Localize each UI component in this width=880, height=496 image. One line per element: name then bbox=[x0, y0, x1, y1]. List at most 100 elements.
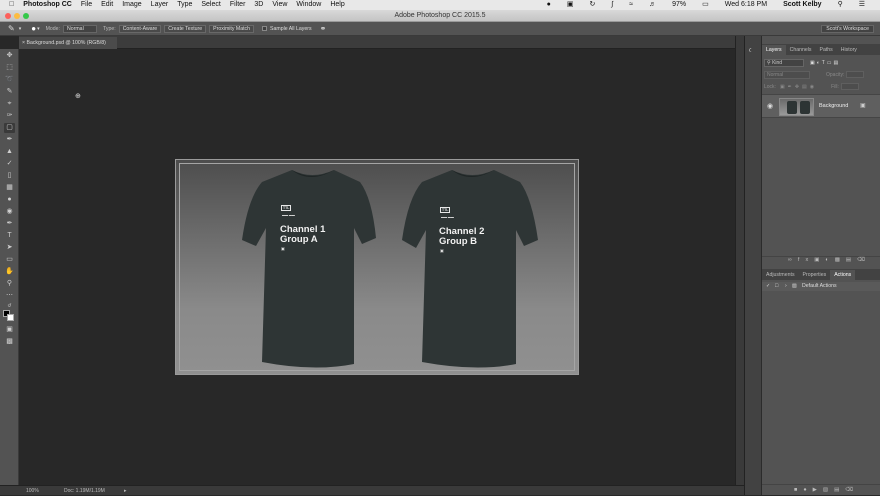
tool-preset-chevron-icon[interactable]: ▾ bbox=[19, 26, 22, 32]
blur-tool-icon[interactable]: ● bbox=[4, 195, 15, 205]
document-tab-bar: × Background.psd @ 100% (RGB/8) bbox=[19, 36, 735, 49]
spotlight-icon[interactable]: ⚲ bbox=[838, 0, 843, 10]
hand-tool-icon[interactable]: ✋ bbox=[4, 267, 15, 277]
content-aware-button[interactable]: Content-Aware bbox=[118, 24, 162, 33]
camera-icon[interactable]: ▣ bbox=[567, 0, 574, 10]
clone-stamp-tool-icon[interactable]: ▲ bbox=[4, 147, 15, 157]
volume-icon[interactable]: ♬ bbox=[649, 0, 656, 10]
mode-select[interactable]: Normal bbox=[63, 24, 97, 33]
screen-mode-icon[interactable]: ▩ bbox=[4, 337, 15, 347]
sample-all-layers-checkbox[interactable] bbox=[262, 26, 268, 31]
quick-selection-tool-icon[interactable]: ✎ bbox=[4, 87, 15, 97]
layer-row-background[interactable]: ◉ Background ▣ bbox=[762, 94, 880, 118]
tab-paths[interactable]: Paths bbox=[816, 45, 837, 55]
healing-brush-tool-icon[interactable]: ✎ bbox=[8, 24, 15, 33]
lasso-tool-icon[interactable]: ➰ bbox=[4, 75, 15, 85]
brush-tool-icon[interactable]: ✒ bbox=[4, 135, 15, 145]
tab-history[interactable]: History bbox=[837, 45, 861, 55]
eyedropper-tool-icon[interactable]: ✑ bbox=[4, 111, 15, 121]
shirt2-logo: TTL bbox=[440, 207, 451, 213]
menu-window[interactable]: Window bbox=[296, 0, 321, 10]
brush-chevron-icon[interactable]: ▾ bbox=[37, 26, 40, 32]
minimize-window-button[interactable] bbox=[14, 13, 20, 19]
close-window-button[interactable] bbox=[5, 13, 11, 19]
more-tools-icon[interactable]: ⋯ bbox=[4, 291, 15, 301]
action-set-name[interactable]: Default Actions bbox=[802, 283, 837, 289]
crop-tool-icon[interactable]: ⌖ bbox=[4, 99, 15, 109]
clock[interactable]: Wed 6:18 PM bbox=[725, 0, 767, 10]
battery-icon[interactable]: ▭ bbox=[702, 0, 709, 10]
document-tab[interactable]: × Background.psd @ 100% (RGB/8) bbox=[19, 37, 117, 49]
menu-help[interactable]: Help bbox=[330, 0, 344, 10]
battery-percent[interactable]: 97% bbox=[672, 0, 686, 10]
type-tool-icon[interactable]: T bbox=[4, 231, 15, 241]
visibility-eye-icon[interactable]: ◉ bbox=[767, 102, 773, 110]
workspace-select[interactable]: Scott's Workspace bbox=[821, 25, 874, 33]
background-color-swatch[interactable] bbox=[7, 314, 14, 321]
path-selection-tool-icon[interactable]: ➤ bbox=[4, 243, 15, 253]
menu-edit[interactable]: Edit bbox=[101, 0, 113, 10]
menu-filter[interactable]: Filter bbox=[230, 0, 246, 10]
quick-mask-icon[interactable]: ▣ bbox=[4, 325, 15, 335]
tab-layers[interactable]: Layers bbox=[762, 45, 786, 55]
expand-chevron-icon[interactable]: › bbox=[785, 283, 787, 289]
tab-actions[interactable]: Actions bbox=[830, 270, 856, 280]
zoom-tool-icon[interactable]: ⚲ bbox=[4, 279, 15, 289]
history-brush-tool-icon[interactable]: ✓ bbox=[4, 159, 15, 169]
rectangle-tool-icon[interactable]: ▭ bbox=[4, 255, 15, 265]
layer-lock-icon: ▣ bbox=[860, 103, 866, 109]
spot-healing-brush-tool-icon[interactable]: ▢ bbox=[4, 123, 15, 133]
menu-type[interactable]: Type bbox=[177, 0, 192, 10]
action-toggle-check-icon[interactable]: ✓ bbox=[766, 283, 770, 289]
pressure-size-icon[interactable]: ⚭ bbox=[320, 24, 327, 33]
zoom-window-button[interactable] bbox=[23, 13, 29, 19]
shirt1-line2: Group A bbox=[280, 234, 318, 245]
sync-icon[interactable]: ↻ bbox=[590, 0, 596, 10]
menu-select[interactable]: Select bbox=[201, 0, 220, 10]
tab-channels[interactable]: Channels bbox=[786, 45, 816, 55]
action-dialog-icon[interactable]: □ bbox=[775, 283, 778, 289]
menu-app[interactable]: Photoshop CC bbox=[23, 0, 72, 10]
bluetooth-icon[interactable]: ∫ bbox=[611, 0, 613, 10]
marquee-tool-icon[interactable]: ⬚ bbox=[4, 63, 15, 73]
filter-icons[interactable]: ▣◐T▭▤ bbox=[810, 60, 840, 66]
fill-field[interactable] bbox=[840, 83, 859, 90]
layer-name[interactable]: Background bbox=[819, 103, 848, 109]
character-panel-icon[interactable]: 𝔠 bbox=[749, 45, 752, 55]
menu-3d[interactable]: 3D bbox=[254, 0, 263, 10]
document-canvas[interactable]: TTL ▬▬ ▬▬ Channel 1 Group A ▣ TTL ▬▬ ▬▬ … bbox=[175, 159, 579, 375]
kind-filter-select[interactable]: ⚲ Kind bbox=[764, 58, 804, 67]
creative-cloud-icon[interactable]: ● bbox=[547, 0, 551, 10]
actions-footer: ■●▶▧▤⌫ bbox=[762, 484, 880, 495]
vertical-scrollbar[interactable] bbox=[735, 36, 744, 485]
pen-tool-icon[interactable]: ✒ bbox=[4, 219, 15, 229]
apple-menu-icon[interactable]:  bbox=[9, 0, 14, 10]
tab-properties[interactable]: Properties bbox=[799, 270, 831, 280]
menu-file[interactable]: File bbox=[81, 0, 92, 10]
proximity-match-button[interactable]: Proximity Match bbox=[209, 24, 255, 33]
opacity-field[interactable] bbox=[846, 71, 865, 78]
gradient-tool-icon[interactable]: ▦ bbox=[4, 183, 15, 193]
tools-panel: ✥ ⬚ ➰ ✎ ⌖ ✑ ▢ ✒ ▲ ✓ ▯ ▦ ● ◉ ✒ T ➤ ▭ ✋ ⚲ … bbox=[0, 49, 19, 485]
notifications-icon[interactable]: ☰ bbox=[859, 0, 865, 10]
lock-icons[interactable]: ▣✒✥▤◉ bbox=[780, 84, 817, 90]
shirt1-small-text: ▬▬ ▬▬ bbox=[282, 213, 295, 217]
move-tool-icon[interactable]: ✥ bbox=[4, 51, 15, 61]
menu-layer[interactable]: Layer bbox=[151, 0, 169, 10]
eraser-tool-icon[interactable]: ▯ bbox=[4, 171, 15, 181]
layers-panel-tabs: Layers Channels Paths History bbox=[762, 44, 880, 55]
tab-adjustments[interactable]: Adjustments bbox=[762, 270, 799, 280]
user-name[interactable]: Scott Kelby bbox=[783, 0, 822, 10]
menu-image[interactable]: Image bbox=[122, 0, 141, 10]
wifi-icon[interactable]: ≈ bbox=[629, 0, 633, 10]
brush-preview-icon[interactable]: ● bbox=[31, 24, 36, 33]
action-footer-icons[interactable]: ■●▶▧▤⌫ bbox=[794, 487, 859, 493]
dodge-tool-icon[interactable]: ◉ bbox=[4, 207, 15, 217]
blend-row: Normal Opacity: bbox=[764, 70, 879, 79]
create-texture-button[interactable]: Create Texture bbox=[164, 24, 207, 33]
menu-view[interactable]: View bbox=[272, 0, 287, 10]
blend-mode-select[interactable]: Normal bbox=[764, 70, 810, 79]
action-set-row[interactable]: ✓ □ › ▧ Default Actions bbox=[762, 282, 880, 291]
layer-footer-icons[interactable]: ∞fx▣◐▩▤⌫ bbox=[788, 257, 871, 263]
close-tab-icon[interactable]: × bbox=[22, 40, 25, 46]
